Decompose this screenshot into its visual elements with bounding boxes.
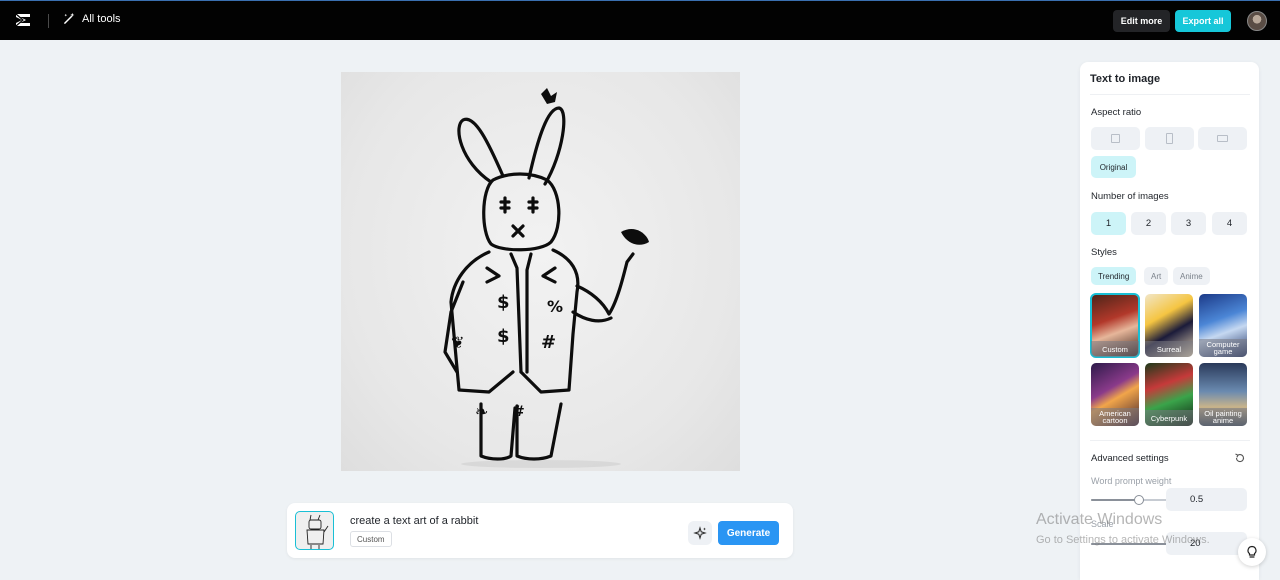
- text-to-image-panel: Text to image Aspect ratio Original Numb…: [1080, 62, 1259, 580]
- tab-art[interactable]: Art: [1144, 267, 1169, 285]
- prompt-image-thumbnail[interactable]: [295, 511, 334, 550]
- style-label: Oil painting anime: [1199, 408, 1247, 426]
- top-bar: All tools Edit more Export all: [0, 0, 1280, 40]
- svg-text:$: $: [497, 292, 510, 313]
- aspect-ratio-label: Aspect ratio: [1091, 107, 1142, 118]
- style-card-american-cartoon[interactable]: American cartoon: [1091, 363, 1139, 426]
- generate-button[interactable]: Generate: [718, 521, 779, 545]
- tab-trending[interactable]: Trending: [1091, 267, 1137, 285]
- export-all-button[interactable]: Export all: [1175, 10, 1231, 32]
- reset-icon[interactable]: [1234, 452, 1246, 464]
- svg-text:❦: ❦: [451, 333, 464, 352]
- landscape-ratio-icon: [1217, 135, 1228, 142]
- capcut-logo-icon[interactable]: [14, 11, 32, 29]
- svg-text:%: %: [547, 297, 563, 316]
- ratio-original-button[interactable]: Original: [1091, 156, 1136, 178]
- portrait-ratio-icon: [1166, 133, 1173, 144]
- sparkle-icon: [693, 526, 707, 540]
- number-1-button[interactable]: 1: [1091, 212, 1126, 235]
- svg-text:#: #: [513, 404, 525, 420]
- slider-fill: [1091, 499, 1139, 501]
- slider-thumb[interactable]: [1134, 495, 1144, 505]
- svg-text:$: $: [497, 326, 510, 347]
- word-prompt-weight-label: Word prompt weight: [1091, 476, 1172, 486]
- user-avatar[interactable]: [1247, 11, 1267, 31]
- style-label: Cyberpunk: [1145, 410, 1193, 426]
- square-ratio-icon: [1111, 134, 1120, 143]
- hint-button[interactable]: [1238, 538, 1266, 566]
- panel-divider: [1090, 94, 1250, 95]
- styles-label: Styles: [1091, 247, 1117, 258]
- ratio-square-button[interactable]: [1091, 127, 1140, 150]
- number-2-button[interactable]: 2: [1131, 212, 1166, 235]
- magic-wand-icon: [64, 12, 75, 24]
- edit-more-button[interactable]: Edit more: [1113, 10, 1170, 32]
- style-card-cyberpunk[interactable]: Cyberpunk: [1145, 363, 1193, 426]
- panel-divider: [1090, 440, 1250, 441]
- number-4-button[interactable]: 4: [1212, 212, 1247, 235]
- panel-title: Text to image: [1090, 73, 1161, 85]
- prompt-enhance-button[interactable]: [688, 521, 712, 545]
- word-prompt-weight-value[interactable]: 0.5: [1166, 488, 1247, 511]
- tab-anime[interactable]: Anime: [1173, 267, 1210, 285]
- topbar-divider: [48, 14, 49, 28]
- style-label: Computer game: [1199, 339, 1247, 357]
- advanced-settings-label: Advanced settings: [1091, 453, 1169, 464]
- rabbit-line-art: $ $ % # ❦ ❧ #: [443, 88, 649, 468]
- style-chip[interactable]: Custom: [350, 531, 392, 547]
- lightbulb-icon: [1247, 545, 1257, 558]
- style-card-oil-painting-anime[interactable]: Oil painting anime: [1199, 363, 1247, 426]
- activate-windows-subtitle: Go to Settings to activate Windows.: [1036, 534, 1210, 546]
- number-3-button[interactable]: 3: [1171, 212, 1206, 235]
- activate-windows-title: Activate Windows: [1036, 511, 1163, 528]
- number-of-images-label: Number of images: [1091, 191, 1169, 202]
- style-label: Surreal: [1145, 341, 1193, 357]
- svg-text:❧: ❧: [475, 402, 488, 421]
- ratio-portrait-button[interactable]: [1145, 127, 1194, 150]
- style-card-custom[interactable]: Custom: [1090, 293, 1140, 358]
- prompt-text[interactable]: create a text art of a rabbit: [350, 515, 478, 527]
- prompt-bar: create a text art of a rabbit Custom Gen…: [287, 503, 793, 558]
- all-tools-label: All tools: [82, 12, 121, 25]
- style-card-surreal[interactable]: Surreal: [1145, 294, 1193, 357]
- style-label: Custom: [1091, 341, 1139, 357]
- generated-image[interactable]: $ $ % # ❦ ❧ #: [341, 72, 740, 471]
- style-label: American cartoon: [1091, 408, 1139, 426]
- svg-text:#: #: [541, 332, 556, 353]
- style-card-computer-game[interactable]: Computer game: [1199, 294, 1247, 357]
- ratio-landscape-button[interactable]: [1198, 127, 1247, 150]
- all-tools-button[interactable]: All tools: [63, 12, 121, 25]
